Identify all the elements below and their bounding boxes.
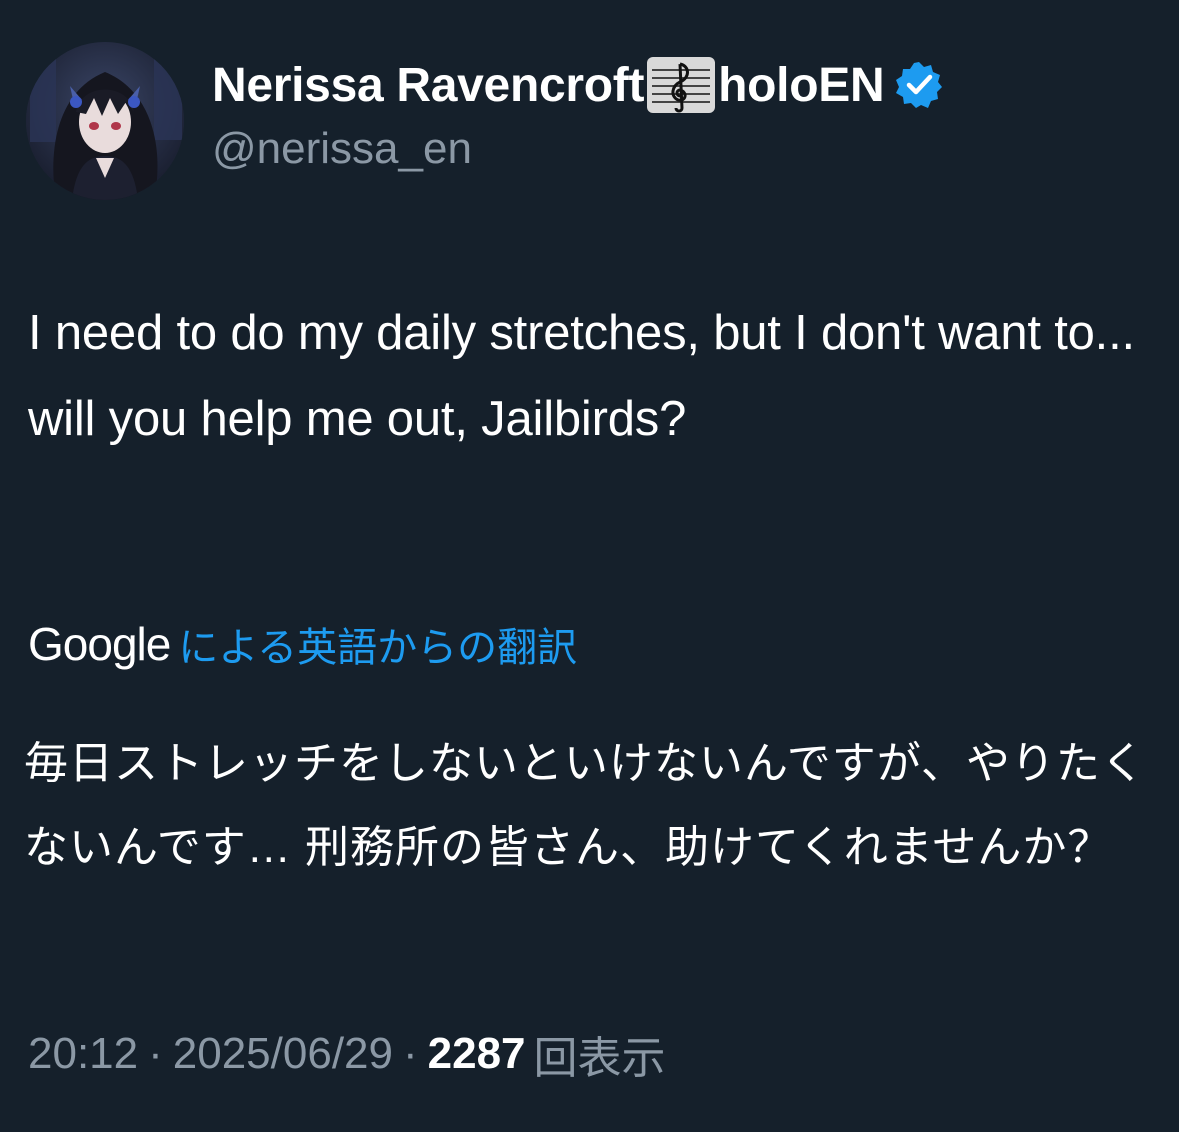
music-score-icon	[646, 56, 716, 114]
avatar[interactable]	[26, 42, 184, 200]
author-display-name[interactable]: Nerissa Ravencroft	[212, 58, 644, 113]
meta-separator: ·	[402, 1029, 418, 1078]
avatar-image	[26, 42, 184, 200]
author-handle[interactable]: @nerissa_en	[212, 124, 472, 174]
translation-attribution[interactable]: Google による英語からの翻訳	[28, 612, 577, 676]
tweet-meta: 20:12 · 2025/06/29 · 2287 回表示	[28, 1022, 666, 1086]
translation-label-link[interactable]: による英語からの翻訳	[178, 615, 577, 673]
google-logo: Google	[28, 618, 171, 670]
meta-separator: ·	[148, 1029, 163, 1078]
verified-badge-icon[interactable]	[894, 60, 944, 110]
tweet-card: Nerissa Ravencroft holoEN @nerissa_en I …	[0, 0, 1179, 1132]
translated-tweet-text: 毎日ストレッチをしないといけないんですが、やりたくないんです… 刑務所の皆さん、…	[24, 739, 1146, 872]
views-count[interactable]: 2287	[428, 1029, 526, 1079]
tweet-text: I need to do my daily stretches, but I d…	[28, 306, 1135, 446]
author-display-name-suffix[interactable]: holoEN	[718, 58, 884, 113]
views-label[interactable]: 回表示	[534, 1022, 666, 1086]
tweet-time[interactable]: 20:12	[28, 1029, 138, 1079]
author-name-row[interactable]: Nerissa Ravencroft holoEN	[212, 54, 944, 116]
tweet-date[interactable]: 2025/06/29	[173, 1029, 393, 1079]
